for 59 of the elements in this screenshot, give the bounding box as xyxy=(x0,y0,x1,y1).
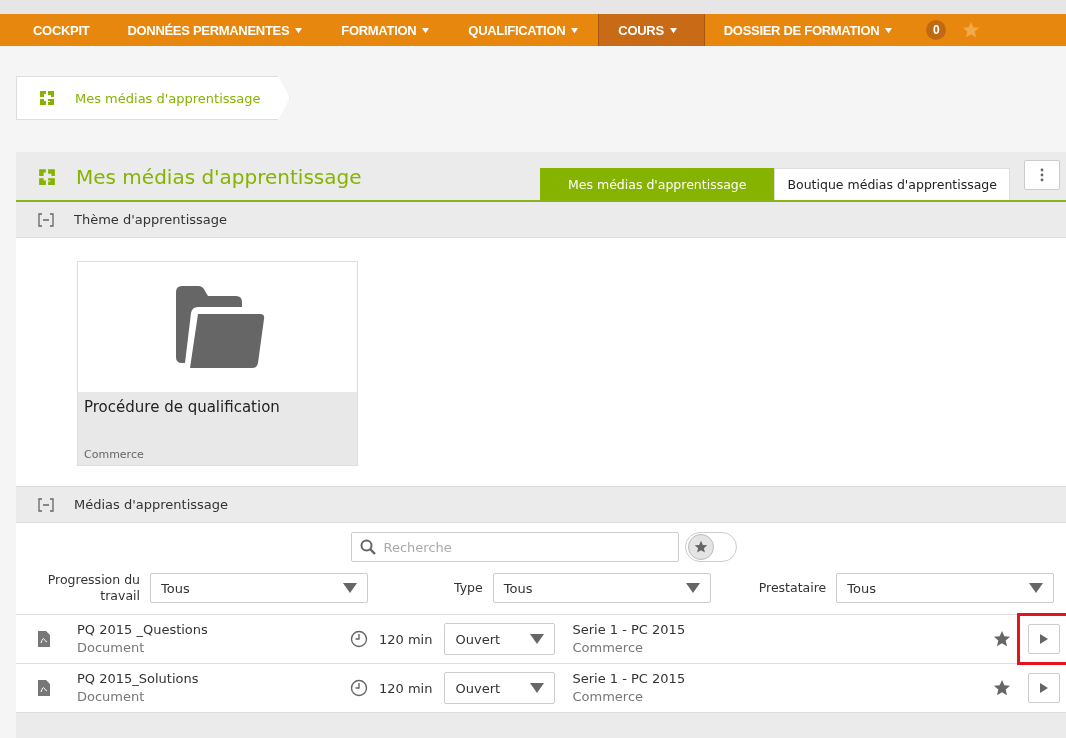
nav-item[interactable]: DONNÉES PERMANENTES xyxy=(108,14,323,46)
provider-name: Commerce xyxy=(572,639,645,657)
duration: 120 min xyxy=(379,631,433,647)
card-subtitle: Commerce xyxy=(84,448,145,461)
play-button[interactable] xyxy=(1028,624,1060,654)
breadcrumb[interactable]: Mes médias d'apprentissage xyxy=(16,76,290,120)
filter-dropdown[interactable]: Tous xyxy=(836,573,1055,603)
star-icon xyxy=(693,540,708,554)
series-name: Serie 1 - PC 2015 xyxy=(572,670,686,688)
star-icon[interactable] xyxy=(962,21,981,39)
series-name: Serie 1 - PC 2015 xyxy=(572,621,686,639)
panel-title: Mes médias d'apprentissage xyxy=(76,165,362,189)
media-type: Document xyxy=(77,639,146,657)
clock-icon xyxy=(350,630,368,648)
duration: 120 min xyxy=(379,680,433,696)
section-title: Médias d'apprentissage xyxy=(74,497,228,512)
notification-badge[interactable]: 0 xyxy=(926,20,947,40)
nav-item[interactable]: COCKPIT xyxy=(14,14,109,46)
collapse-icon[interactable] xyxy=(38,212,54,227)
more-icon xyxy=(1040,168,1044,182)
caret-icon xyxy=(343,583,357,593)
folder-card[interactable]: Procédure de qualification Commerce xyxy=(77,261,358,466)
filter-label: Type xyxy=(454,580,483,596)
document-icon xyxy=(38,631,50,647)
status-dropdown[interactable]: Ouvert xyxy=(444,623,556,655)
filter-dropdown[interactable]: Tous xyxy=(492,573,711,603)
caret-icon xyxy=(530,634,545,644)
collapse-icon[interactable] xyxy=(38,497,54,512)
filter-dropdown[interactable]: Tous xyxy=(150,573,368,603)
nav-item[interactable]: QUALIFICATION xyxy=(449,14,599,46)
media-title: PQ 2015 _Questions xyxy=(77,621,209,639)
tab[interactable]: Boutique médias d'apprentissage xyxy=(774,168,1010,200)
tab[interactable]: Mes médias d'apprentissage xyxy=(540,168,775,200)
document-icon xyxy=(38,680,50,696)
play-icon xyxy=(1040,683,1048,693)
nav-item[interactable]: FORMATION xyxy=(322,14,450,46)
search-icon xyxy=(359,539,376,555)
puzzle-icon xyxy=(38,168,56,186)
filter-label: Progression du travail xyxy=(46,572,140,604)
star-icon[interactable] xyxy=(993,679,1011,697)
media-type: Document xyxy=(77,688,146,706)
caret-icon xyxy=(685,583,700,593)
star-icon[interactable] xyxy=(993,630,1011,648)
card-title: Procédure de qualification xyxy=(84,398,281,416)
nav-item[interactable]: DOSSIER DE FORMATION xyxy=(704,14,913,46)
search-field[interactable]: Recherche xyxy=(350,532,679,562)
section-title: Thème d'apprentissage xyxy=(74,212,228,227)
clock-icon xyxy=(350,679,368,697)
provider-name: Commerce xyxy=(572,688,645,706)
play-icon xyxy=(1040,634,1048,644)
status-dropdown[interactable]: Ouvert xyxy=(444,672,556,704)
caret-icon xyxy=(1029,583,1044,593)
media-title: PQ 2015_Solutions xyxy=(77,670,200,688)
filter-label: Prestataire xyxy=(758,580,827,596)
breadcrumb-label: Mes médias d'apprentissage xyxy=(75,90,261,106)
puzzle-icon xyxy=(39,90,55,106)
play-button[interactable] xyxy=(1028,673,1060,703)
caret-icon xyxy=(530,683,545,693)
nav-item[interactable]: COURS xyxy=(598,14,705,46)
